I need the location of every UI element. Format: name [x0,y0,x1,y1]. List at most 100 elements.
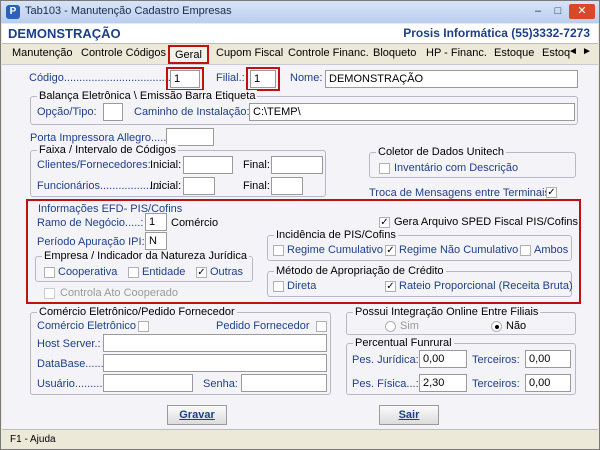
tab-bar: Manutenção Controle Códigos Geral Cupom … [2,45,598,64]
entidade-checkbox[interactable] [128,267,139,278]
funcionarios-label: Funcionários...................: [37,180,162,192]
host-field[interactable] [103,334,327,352]
ambos-label: Ambos [534,244,569,256]
incidencia-title: Incidência de PIS/Cofins [274,229,398,241]
outras-checkbox[interactable]: ✓ [196,267,207,278]
cooperativa-label: Cooperativa [58,266,118,278]
ambos-checkbox[interactable] [520,245,531,256]
sim-label: Sim [400,320,419,332]
ramo-field[interactable]: 1 [145,213,167,231]
direta-checkbox[interactable] [273,281,284,292]
terceiros-fisica-field[interactable]: 0,00 [525,374,571,392]
rateio-checkbox[interactable]: ✓ [385,281,396,292]
tab-estoque[interactable]: Estoque [494,47,534,59]
rateio-label: Rateio Proporcional (Receita Bruta) [399,280,573,292]
outras-label: Outras [210,266,244,278]
sair-button[interactable]: Sair [379,405,439,425]
tab-scroll-right-icon[interactable]: ► [582,46,592,57]
nome-field[interactable]: DEMONSTRAÇÃO [325,70,578,88]
funrural-title: Percentual Funrural [353,337,454,349]
clientes-inicial-label: Inicial: [150,159,182,171]
status-bar: F1 - Ajuda [2,429,598,449]
pes-fisica-field[interactable]: 2,30 [419,374,467,392]
tab-controle-financ[interactable]: Controle Financ. [288,47,369,59]
clientes-inicial-field[interactable] [183,156,233,174]
usuario-label: Usuário.........: [37,378,106,390]
terceiros-juridica-field[interactable]: 0,00 [525,350,571,368]
pedido-fornecedor-checkbox[interactable] [316,321,327,332]
gravar-button[interactable]: Gravar [167,405,227,425]
host-label: Host Server.: [37,338,101,350]
gera-sped-label: Gera Arquivo SPED Fiscal PIS/Cofins [394,216,579,228]
cooperativa-checkbox[interactable] [44,267,55,278]
controla-checkbox[interactable] [44,288,55,299]
maximize-icon[interactable]: □ [549,4,567,19]
pes-juridica-label: Pes. Jurídica: [352,354,419,366]
opcao-field[interactable] [103,103,123,121]
tab-manutencao[interactable]: Manutenção [12,47,73,59]
nao-radio[interactable] [491,321,502,332]
regime-nao-cumulativo-label: Regime Não Cumulativo [399,244,519,256]
filial-label: Filial.: [216,72,245,84]
ramo-desc: Comércio [171,217,219,229]
ramo-label: Ramo de Negócio.....: [37,217,144,229]
tab-scroll-left-icon[interactable]: ◄ [568,46,578,57]
regime-cumulativo-label: Regime Cumulativo [287,244,383,256]
clientes-label: Clientes/Fornecedores: [37,159,151,171]
comercio-eletronico-label: Comércio Eletrônico [37,320,137,332]
minimize-icon[interactable]: – [529,4,547,19]
tab-bloqueto[interactable]: Bloqueto [373,47,416,59]
company-name: DEMONSTRAÇÃO [8,26,121,41]
regime-nao-cumulativo-checkbox[interactable]: ✓ [385,245,396,256]
troca-checkbox[interactable]: ✓ [546,187,557,198]
vendor-info: Prosis Informática (55)3332-7273 [403,26,590,40]
porta-label: Porta Impressora Allegro.....: [30,132,170,144]
nao-label: Não [506,320,527,332]
main-window: P Tab103 - Manutenção Cadastro Empresas … [0,0,600,450]
periodo-label: Período Apuração IPI: [37,236,145,248]
natureza-title: Empresa / Indicador da Natureza Jurídica [42,250,249,262]
filial-field[interactable]: 1 [250,70,276,88]
terceiros-fisica-label: Terceiros: [472,378,520,390]
integracao-title: Possui Integração Online Entre Filiais [353,306,541,318]
inventario-checkbox[interactable] [379,163,390,174]
gera-sped-checkbox[interactable]: ✓ [379,217,390,228]
funcionarios-inicial-label: Inicial: [150,180,182,192]
tab-cupom-fiscal[interactable]: Cupom Fiscal [216,47,283,59]
close-icon[interactable]: ✕ [569,4,595,19]
status-text: F1 - Ajuda [10,434,56,445]
caminho-field[interactable]: C:\TEMP\ [249,103,575,121]
faixa-title: Faixa / Intervalo de Códigos [37,144,178,156]
clientes-final-label: Final: [243,159,270,171]
opcao-label: Opção/Tipo: [37,106,97,118]
pedido-fornecedor-label: Pedido Fornecedor [216,320,310,332]
tab-geral[interactable]: Geral [168,45,209,64]
funcionarios-final-label: Final: [243,180,270,192]
company-header: DEMONSTRAÇÃO Prosis Informática (55)3332… [2,24,598,44]
app-icon: P [6,5,20,19]
pes-juridica-field[interactable]: 0,00 [419,350,467,368]
codigo-field[interactable]: 1 [170,70,200,88]
senha-field[interactable] [241,374,327,392]
tab-controle-codigos[interactable]: Controle Códigos [81,47,166,59]
comercio-eletronico-checkbox[interactable] [138,321,149,332]
coletor-title: Coletor de Dados Unitech [376,146,506,158]
sim-radio[interactable] [385,321,396,332]
window-title: Tab103 - Manutenção Cadastro Empresas [25,5,232,17]
direta-label: Direta [287,280,317,292]
funcionarios-final-field[interactable] [271,177,303,195]
controla-label: Controla Ato Cooperado [60,287,179,299]
troca-label: Troca de Mensagens entre Terminais [369,187,550,199]
integracao-group: Possui Integração Online Entre Filiais [346,306,576,335]
funcionarios-inicial-field[interactable] [183,177,215,195]
tab-hp-financ[interactable]: HP - Financ. [426,47,487,59]
periodo-field[interactable]: N [145,232,167,250]
database-field[interactable] [103,354,327,372]
senha-label: Senha: [203,378,238,390]
usuario-field[interactable] [103,374,193,392]
clientes-final-field[interactable] [271,156,323,174]
regime-cumulativo-checkbox[interactable] [273,245,284,256]
tab-estoq[interactable]: Estoq [542,47,570,59]
comercio-title: Comércio Eletrônico/Pedido Fornecedor [37,306,237,318]
entidade-label: Entidade [142,266,186,278]
